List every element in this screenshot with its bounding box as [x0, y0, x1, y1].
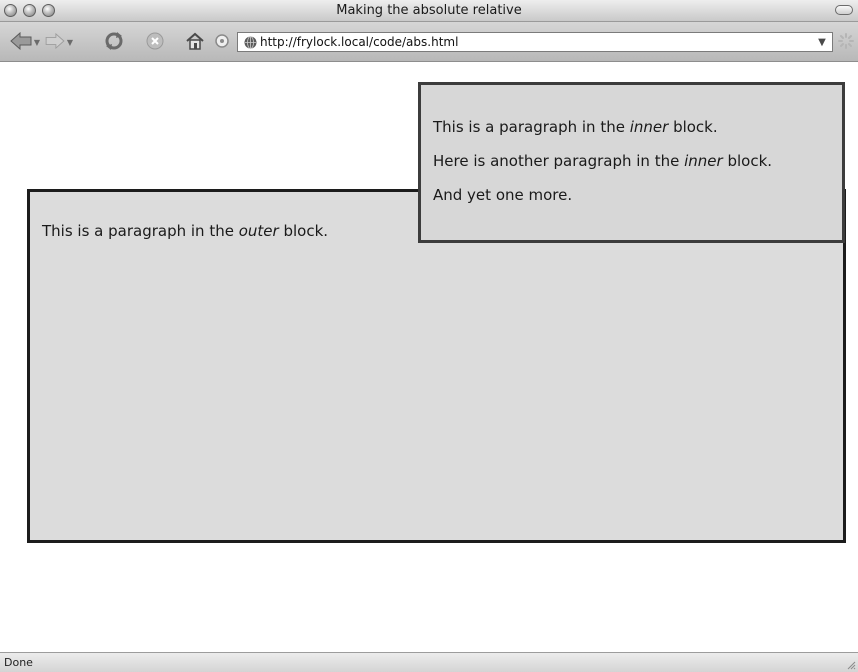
inner-paragraph-2: Here is another paragraph in the inner b… [433, 152, 772, 170]
forward-history-caret-icon[interactable]: ▼ [67, 39, 73, 47]
home-icon [186, 32, 204, 50]
history-button[interactable] [214, 30, 230, 52]
stop-icon [146, 32, 164, 50]
status-bar: Done [0, 652, 858, 672]
throbber-icon [838, 33, 854, 49]
status-text: Done [4, 656, 33, 669]
inner-paragraph-2-suffix: block. [722, 152, 773, 170]
inner-paragraph-1: This is a paragraph in the inner block. [433, 118, 718, 136]
inner-paragraph-2-text: Here is another paragraph in the [433, 152, 685, 170]
outer-paragraph-text: This is a paragraph in the [42, 222, 239, 240]
browser-window: Making the absolute relative ▼ ▼ http://… [0, 0, 858, 672]
home-button[interactable] [184, 30, 206, 52]
globe-icon [243, 35, 257, 49]
outer-paragraph: This is a paragraph in the outer block. [42, 222, 328, 240]
page-content: This is a paragraph in the outer block. … [0, 62, 858, 652]
forward-arrow-icon [45, 33, 65, 49]
inner-paragraph-1-emphasis: inner [629, 118, 669, 136]
back-arrow-icon [10, 32, 32, 50]
window-title: Making the absolute relative [336, 3, 522, 18]
outer-emphasis: outer [238, 222, 279, 240]
toolbar-toggle-button[interactable] [835, 5, 853, 15]
inner-paragraph-1-text: This is a paragraph in the [433, 118, 630, 136]
navigation-toolbar: ▼ ▼ http://frylock.local/code/abs.html ▼ [0, 22, 858, 62]
inner-paragraph-1-suffix: block. [668, 118, 718, 136]
resize-grip-icon[interactable] [846, 660, 856, 670]
stop-button[interactable] [144, 30, 166, 52]
reload-icon [105, 32, 123, 50]
back-button[interactable]: ▼ [8, 30, 42, 52]
inner-paragraph-3: And yet one more. [433, 186, 573, 204]
address-bar[interactable]: http://frylock.local/code/abs.html ▼ [237, 32, 833, 52]
history-icon [215, 34, 229, 48]
back-history-caret-icon[interactable]: ▼ [34, 39, 40, 47]
inner-paragraph-2-emphasis: inner [684, 152, 723, 170]
url-text[interactable]: http://frylock.local/code/abs.html [260, 35, 815, 49]
url-history-dropdown-icon[interactable]: ▼ [815, 37, 829, 48]
outer-paragraph-suffix: block. [278, 222, 329, 240]
inner-block: This is a paragraph in the inner block. … [418, 82, 845, 243]
forward-button[interactable]: ▼ [44, 30, 74, 52]
title-bar: Making the absolute relative [0, 0, 858, 22]
reload-button[interactable] [102, 30, 126, 52]
